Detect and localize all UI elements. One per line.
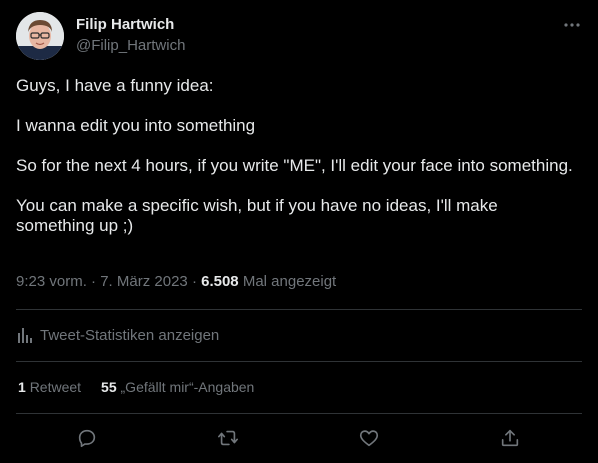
tweet-paragraph: Guys, I have a funny idea: [16, 76, 214, 95]
tweet-paragraph: You can make a specific wish, but if you… [16, 196, 498, 235]
author-name[interactable]: Filip Hartwich [76, 16, 174, 33]
meta-separator: · [91, 273, 97, 290]
share-button[interactable] [497, 425, 523, 451]
reply-button[interactable] [74, 425, 100, 451]
divider [16, 361, 582, 362]
like-button[interactable] [356, 425, 382, 451]
retweets-count: 1 [18, 379, 26, 395]
avatar-image [16, 12, 64, 60]
tweet-paragraph: I wanna edit you into something [16, 116, 256, 135]
views-count: 6.508 [201, 273, 239, 290]
retweets-label: Retweet [29, 379, 82, 395]
tweet-stats-link[interactable]: Tweet-Statistiken anzeigen [16, 326, 219, 344]
retweet-button[interactable] [215, 425, 241, 451]
divider [16, 309, 582, 310]
divider [16, 413, 582, 414]
reply-icon [78, 429, 96, 448]
tweet-stats-label: Tweet-Statistiken anzeigen [40, 326, 220, 344]
avatar[interactable] [16, 12, 64, 60]
meta-separator: · [191, 273, 197, 290]
author-handle[interactable]: @Filip_Hartwich [76, 37, 185, 54]
tweet-actions [0, 425, 598, 451]
tweet-text: Guys, I have a funny idea: I wanna edit … [16, 76, 576, 256]
heart-icon [359, 430, 379, 447]
tweet-meta: 9:23 vorm. · 7. März 2023 · 6.508 Mal an… [16, 273, 336, 290]
tweet-date[interactable]: 7. März 2023 [100, 273, 188, 290]
share-icon [501, 429, 519, 447]
engagement-counts: 1 Retweet 55 „Gefällt mir“-Angaben [18, 379, 254, 395]
likes-link[interactable]: 55 „Gefällt mir“-Angaben [101, 379, 254, 395]
more-dots-icon[interactable] [561, 14, 583, 36]
likes-count: 55 [101, 379, 117, 395]
views-label: Mal angezeigt [242, 273, 337, 290]
tweet-paragraph: So for the next 4 hours, if you write "M… [16, 156, 573, 175]
likes-label: „Gefällt mir“-Angaben [120, 379, 255, 395]
retweet-icon [218, 430, 238, 446]
bar-chart-icon [18, 328, 32, 343]
retweets-link[interactable]: 1 Retweet [18, 379, 81, 395]
tweet-time[interactable]: 9:23 vorm. [16, 273, 87, 290]
